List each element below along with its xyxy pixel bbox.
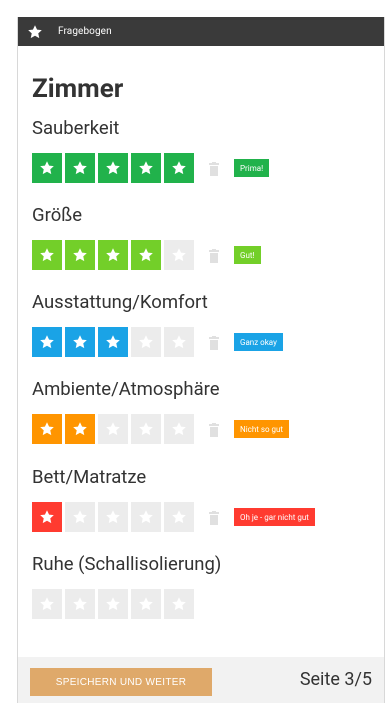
- star-button-5[interactable]: [164, 240, 194, 270]
- star-icon: [27, 24, 43, 40]
- save-and-continue-button[interactable]: SPEICHERN UND WEITER: [30, 668, 212, 696]
- star-rating: [32, 589, 221, 619]
- star-button-1[interactable]: [32, 327, 62, 357]
- star-icon: [106, 335, 120, 349]
- star-button-4[interactable]: [131, 153, 161, 183]
- rating-badge: Nicht so gut: [234, 420, 290, 438]
- question-3: Ausstattung/Komfort Ganz okay: [32, 290, 283, 357]
- star-icon: [139, 248, 153, 262]
- trash-icon[interactable]: [208, 510, 220, 525]
- section-header: Zimmer: [32, 72, 374, 106]
- star-icon: [139, 510, 153, 524]
- star-icon: [106, 597, 120, 611]
- star-button-3[interactable]: [98, 240, 128, 270]
- star-icon: [40, 422, 54, 436]
- question-2: Größe Gut!: [32, 203, 261, 270]
- trash-icon[interactable]: [208, 335, 220, 350]
- star-button-3[interactable]: [98, 327, 128, 357]
- star-icon: [172, 161, 186, 175]
- star-button-3[interactable]: [98, 589, 128, 619]
- question-5: Bett/Matratze Oh je - gar nicht gut: [32, 465, 315, 532]
- footer: SPEICHERN UND WEITER Seite 3/5: [18, 657, 384, 703]
- star-button-1[interactable]: [32, 240, 62, 270]
- star-button-5[interactable]: [164, 414, 194, 444]
- star-button-4[interactable]: [131, 327, 161, 357]
- question-label: Ausstattung/Komfort: [32, 291, 208, 313]
- question-1: Sauberkeit Prima!: [32, 116, 270, 183]
- star-icon: [40, 597, 54, 611]
- question-4: Ambiente/Atmosphäre Nicht so gut: [32, 377, 290, 444]
- trash-icon[interactable]: [208, 161, 220, 176]
- trash-icon[interactable]: [208, 422, 220, 437]
- star-icon: [172, 335, 186, 349]
- star-icon: [73, 161, 87, 175]
- star-icon: [139, 422, 153, 436]
- star-icon: [172, 597, 186, 611]
- star-icon: [40, 248, 54, 262]
- star-button-2[interactable]: [65, 414, 95, 444]
- star-button-5[interactable]: [164, 153, 194, 183]
- star-icon: [106, 510, 120, 524]
- question-label: Sauberkeit: [32, 117, 120, 139]
- star-icon: [172, 510, 186, 524]
- star-icon: [106, 248, 120, 262]
- star-icon: [172, 248, 186, 262]
- star-button-4[interactable]: [131, 240, 161, 270]
- star-rating: Gut!: [32, 240, 261, 270]
- rating-badge: Ganz okay: [234, 333, 283, 351]
- star-icon: [73, 510, 87, 524]
- star-button-1[interactable]: [32, 502, 62, 532]
- star-button-4[interactable]: [131, 589, 161, 619]
- star-button-1[interactable]: [32, 153, 62, 183]
- star-icon: [106, 422, 120, 436]
- star-button-3[interactable]: [98, 502, 128, 532]
- star-button-2[interactable]: [65, 327, 95, 357]
- rating-badge: Prima!: [234, 159, 270, 177]
- star-button-3[interactable]: [98, 414, 128, 444]
- star-button-2[interactable]: [65, 589, 95, 619]
- star-icon: [73, 422, 87, 436]
- star-icon: [139, 161, 153, 175]
- question-label: Ambiente/Atmosphäre: [32, 378, 220, 400]
- trash-icon[interactable]: [208, 248, 220, 263]
- star-button-1[interactable]: [32, 589, 62, 619]
- topbar-title: Fragebogen: [58, 26, 112, 37]
- star-icon: [106, 161, 120, 175]
- question-6: Ruhe (Schallisolierung): [32, 552, 221, 619]
- star-rating: Ganz okay: [32, 327, 283, 357]
- star-icon: [40, 161, 54, 175]
- star-icon: [172, 422, 186, 436]
- star-rating: Prima!: [32, 153, 270, 183]
- question-label: Ruhe (Schallisolierung): [32, 553, 222, 575]
- star-button-5[interactable]: [164, 589, 194, 619]
- star-icon: [139, 597, 153, 611]
- star-button-1[interactable]: [32, 414, 62, 444]
- star-button-5[interactable]: [164, 327, 194, 357]
- star-button-5[interactable]: [164, 502, 194, 532]
- star-button-4[interactable]: [131, 502, 161, 532]
- star-icon: [40, 335, 54, 349]
- star-button-2[interactable]: [65, 240, 95, 270]
- page-indicator: Seite 3/5: [299, 669, 372, 690]
- star-rating: Oh je - gar nicht gut: [32, 502, 315, 532]
- star-button-4[interactable]: [131, 414, 161, 444]
- rating-badge: Gut!: [234, 246, 261, 264]
- star-icon: [73, 248, 87, 262]
- star-icon: [40, 510, 54, 524]
- question-label: Bett/Matratze: [32, 466, 147, 488]
- section-title: Zimmer: [32, 74, 124, 104]
- star-rating: Nicht so gut: [32, 414, 290, 444]
- question-label: Größe: [32, 204, 83, 226]
- star-button-3[interactable]: [98, 153, 128, 183]
- rating-badge: Oh je - gar nicht gut: [234, 508, 315, 526]
- topbar: Fragebogen: [18, 17, 384, 46]
- star-icon: [73, 335, 87, 349]
- questionnaire-panel: Fragebogen Zimmer Sauberkeit Prima! Größe G…: [17, 17, 385, 703]
- star-button-2[interactable]: [65, 502, 95, 532]
- star-icon: [139, 335, 153, 349]
- star-button-2[interactable]: [65, 153, 95, 183]
- star-icon: [73, 597, 87, 611]
